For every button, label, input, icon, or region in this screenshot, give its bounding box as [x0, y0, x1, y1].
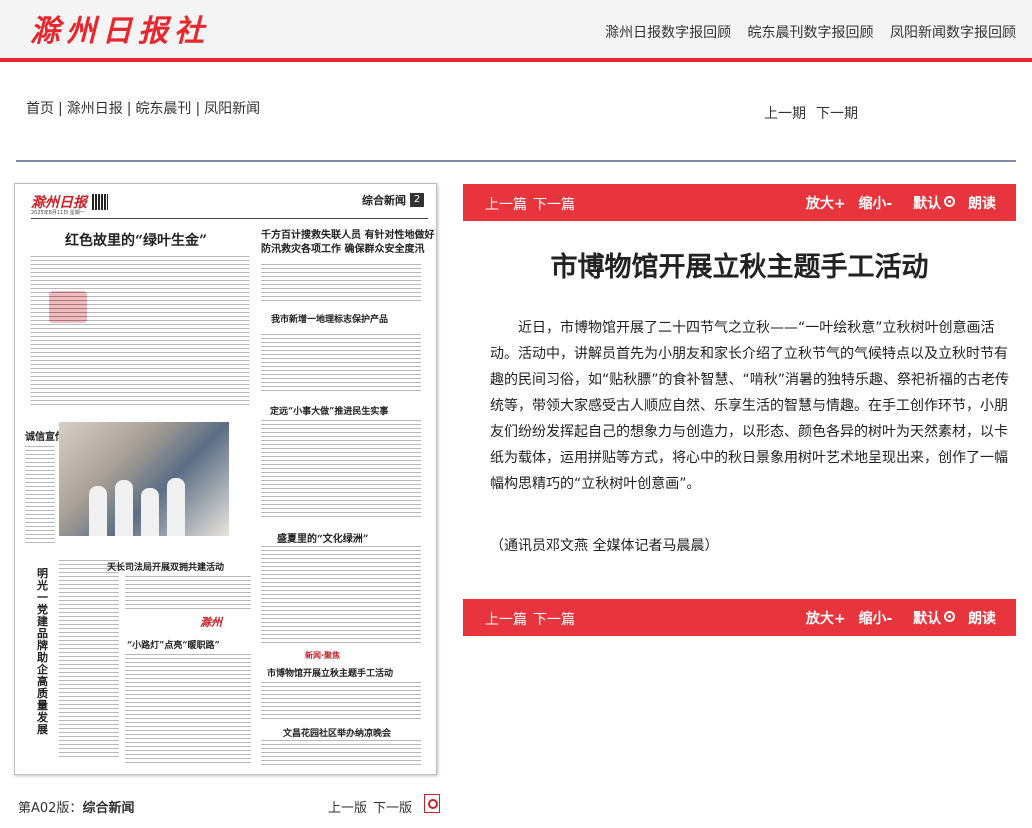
paper-text-block: [261, 740, 421, 768]
next-page-link[interactable]: 下一版: [373, 801, 412, 816]
paper-vertical-headline[interactable]: 明光一党建品牌助企高质量发展: [37, 568, 55, 736]
divider: [16, 160, 1016, 162]
paper-section-title: 综合新闻: [362, 194, 406, 207]
article-text: 近日，市博物馆开展了二十四节气之立秋——“一叶绘秋意”立秋树叶创意画活动。活动中…: [490, 320, 1010, 492]
zoom-out-button[interactable]: 缩小-: [858, 611, 892, 627]
article-credit: （通讯员邓文燕 全媒体记者马晨晨）: [490, 538, 719, 554]
paper-text-block: [261, 682, 421, 722]
article-toolbar-bottom: 上一篇 下一篇 放大+ 缩小- 默认 朗读: [463, 599, 1016, 636]
edition-prefix: 第A02版：: [18, 801, 83, 816]
paper-headline[interactable]: “小路灯”点亮“暖职路”: [127, 638, 220, 651]
archive-links: 滁州日报数字报回顾 皖东晨刊数字报回顾 凤阳新闻数字报回顾: [593, 22, 1016, 42]
pdf-icon[interactable]: [424, 794, 440, 813]
paper-headline[interactable]: 防汛救灾各项工作 确保群众安全度汛: [261, 240, 424, 255]
archive-link-wandong[interactable]: 皖东晨刊数字报回顾: [748, 25, 874, 41]
read-aloud-button[interactable]: 朗读: [968, 196, 996, 212]
nav-fengyang[interactable]: 凤阳新闻: [204, 101, 260, 117]
nav-separator: |: [58, 101, 63, 117]
article-paragraph: 近日，市博物馆开展了二十四节气之立秋——“一叶绘秋意”立秋树叶创意画活动。活动中…: [490, 315, 1015, 497]
edition-name: 综合新闻: [82, 801, 135, 816]
divider: [31, 218, 428, 219]
next-article-button[interactable]: 下一篇: [533, 612, 575, 628]
zoom-out-button[interactable]: 缩小-: [858, 196, 892, 212]
paper-section-tag: 新闻·聚焦: [305, 651, 341, 660]
article-toolbar-top: 上一篇 下一篇 放大+ 缩小- 默认 朗读: [463, 184, 1016, 221]
main-nav: 首页 | 滁州日报 | 皖东晨刊 | 凤阳新闻: [26, 98, 260, 118]
default-label: 默认: [913, 611, 942, 627]
site-header: 滁州日报社 滁州日报数字报回顾 皖东晨刊数字报回顾 凤阳新闻数字报回顾: [0, 0, 1032, 58]
paper-page-number: 2: [410, 193, 424, 207]
photo-figure: [141, 488, 159, 536]
paper-date: 2025年8月11日 星期一: [31, 210, 85, 216]
article-title: 市博物馆开展立秋主题手工活动: [550, 252, 929, 283]
edition-label: 第A02版：综合新闻: [18, 797, 134, 816]
next-article-button[interactable]: 下一篇: [533, 197, 575, 213]
paper-text-block: [261, 334, 421, 394]
paper-text-block: [25, 446, 55, 546]
paper-headline[interactable]: 我市新增一地理标志保护产品: [271, 312, 388, 325]
archive-link-fengyang[interactable]: 凤阳新闻数字报回顾: [890, 25, 1016, 41]
zoom-in-button[interactable]: 放大+: [806, 611, 846, 627]
archive-link-chuzhou[interactable]: 滁州日报数字报回顾: [605, 25, 731, 41]
prev-article-button[interactable]: 上一篇: [485, 612, 527, 628]
radio-icon: [944, 196, 956, 207]
article-body: 近日，市博物馆开展了二十四节气之立秋——“一叶绘秋意”立秋树叶创意画活动。活动中…: [490, 315, 1015, 497]
paper-headline[interactable]: 文昌花园社区举办纳凉晚会: [283, 726, 391, 739]
paper-text-block: [59, 560, 119, 760]
photo-figure: [115, 480, 133, 536]
prev-article-button[interactable]: 上一篇: [485, 197, 527, 213]
paper-brand-logo: 滁州: [200, 616, 222, 629]
paper-headline[interactable]: 盛夏里的“文化绿洲”: [277, 530, 369, 545]
default-label: 默认: [913, 196, 942, 212]
photo-figure: [167, 478, 185, 536]
site-logo[interactable]: 滁州日报社: [30, 6, 210, 50]
default-size-button[interactable]: 默认: [905, 196, 956, 212]
page-nav: 上一版 下一版: [328, 797, 418, 816]
prev-page-link[interactable]: 上一版: [328, 801, 367, 816]
paper-headline[interactable]: 千方百计搜救失联人员 有针对性地做好: [261, 226, 434, 241]
paper-text-block: [31, 256, 249, 406]
nav-home[interactable]: 首页: [26, 101, 54, 117]
next-issue-link[interactable]: 下一期: [816, 106, 858, 122]
paper-text-block: [125, 576, 251, 612]
newspaper-page-image[interactable]: 滁州日报 2025年8月11日 星期一 综合新闻 2 红色故里的“绿叶生金” 千…: [14, 183, 437, 775]
paper-text-block: [261, 420, 421, 520]
default-size-button[interactable]: 默认: [905, 611, 956, 627]
paper-headline[interactable]: 市博物馆开展立秋主题手工活动: [267, 666, 393, 679]
zoom-in-button[interactable]: 放大+: [806, 196, 846, 212]
paper-headline[interactable]: 天长司法局开展双拥共建活动: [107, 560, 224, 573]
nav-chuzhou-daily[interactable]: 滁州日报: [67, 101, 123, 117]
nav-separator: |: [126, 101, 132, 117]
paper-headline[interactable]: 红色故里的“绿叶生金”: [65, 230, 207, 250]
nav-wandong[interactable]: 皖东晨刊: [135, 101, 191, 117]
photo-figure: [89, 486, 107, 536]
prev-issue-link[interactable]: 上一期: [764, 106, 806, 122]
paper-photo[interactable]: [59, 422, 229, 536]
paper-headline[interactable]: 定远“小事大做”推进民生实事: [270, 404, 388, 417]
qr-code-icon: [92, 194, 108, 210]
header-red-bar: [0, 58, 1032, 62]
paper-text-block: [261, 546, 421, 646]
read-aloud-button[interactable]: 朗读: [968, 611, 996, 627]
paper-text-block: [261, 264, 421, 304]
issue-nav: 上一期 下一期: [764, 103, 868, 123]
paper-text-block: [125, 654, 251, 764]
nav-separator: |: [195, 101, 201, 117]
radio-icon: [944, 611, 956, 622]
